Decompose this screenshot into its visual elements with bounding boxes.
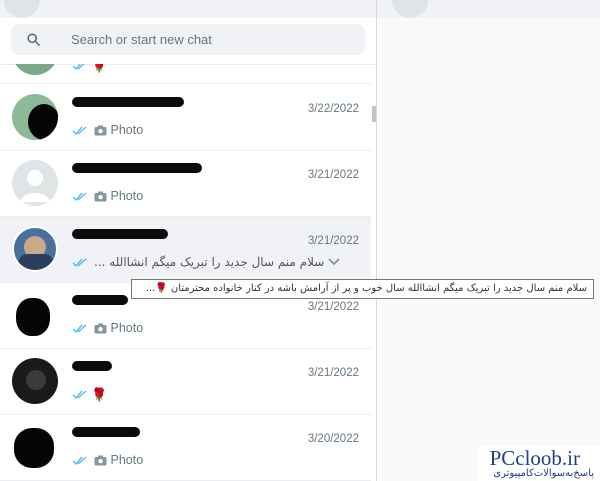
chat-list-scrollbar[interactable] bbox=[372, 106, 376, 122]
chat-list-item[interactable]: 3/22/2022 Photo bbox=[0, 85, 371, 151]
rose-emoji-icon: 🌹 bbox=[91, 387, 108, 402]
contact-avatar bbox=[12, 226, 58, 272]
contact-avatar[interactable] bbox=[392, 0, 428, 18]
camera-icon bbox=[94, 455, 107, 466]
chat-list-item[interactable]: 3/21/2022 Photo bbox=[0, 151, 371, 217]
search-icon bbox=[27, 33, 40, 46]
chat-preview: Photo bbox=[110, 189, 144, 203]
chat-last-message: Photo bbox=[72, 123, 359, 141]
chat-list-pane: Search or start new chat 🌹 3/22/2022 Pho… bbox=[0, 18, 377, 481]
contact-avatar bbox=[12, 358, 58, 404]
camera-icon bbox=[94, 191, 107, 202]
contact-name-redacted bbox=[72, 427, 140, 437]
search-input[interactable]: Search or start new chat bbox=[11, 24, 365, 55]
double-check-icon bbox=[72, 390, 87, 400]
watermark-tagline: پاسخ‌به‌سوالات‌کامپیوتری bbox=[493, 468, 594, 479]
chat-last-message: Photo bbox=[72, 189, 359, 207]
double-check-icon bbox=[72, 324, 87, 333]
contact-avatar bbox=[12, 424, 58, 470]
double-check-icon bbox=[72, 258, 87, 267]
chat-last-message: Photo bbox=[72, 321, 359, 339]
chat-list-item-hovered[interactable]: 3/21/2022 سلام منم سال جدید را تبریک میگ… bbox=[0, 217, 371, 283]
watermark: PCcloob.ir پاسخ‌به‌سوالات‌کامپیوتری bbox=[478, 446, 600, 481]
contact-name-redacted bbox=[72, 229, 168, 239]
default-avatar-icon bbox=[12, 160, 58, 206]
chat-preview: سلام منم سال جدید را تبریک میگم انشاالله… bbox=[94, 255, 325, 269]
double-check-icon bbox=[72, 456, 87, 465]
chat-last-message: سلام منم سال جدید را تبریک میگم انشاالله… bbox=[72, 255, 359, 273]
contact-avatar bbox=[12, 292, 58, 338]
contact-name-redacted bbox=[72, 295, 128, 305]
search-bar: Search or start new chat bbox=[0, 18, 376, 65]
double-check-icon bbox=[72, 192, 87, 201]
chat-date: 3/22/2022 bbox=[307, 103, 359, 115]
chat-list-item[interactable]: 3/20/2022 Photo bbox=[0, 415, 371, 481]
chat-preview: Photo bbox=[110, 123, 144, 137]
contact-name-redacted bbox=[72, 97, 184, 107]
chevron-down-icon[interactable] bbox=[327, 257, 341, 267]
camera-icon bbox=[94, 323, 107, 334]
double-check-icon bbox=[72, 126, 87, 135]
chat-preview: Photo bbox=[110, 321, 144, 335]
contact-name-redacted bbox=[72, 163, 202, 173]
contact-name-redacted bbox=[72, 361, 112, 371]
chat-last-message: 🌹 bbox=[72, 387, 359, 405]
chat-date: 3/21/2022 bbox=[307, 169, 359, 181]
chat-list-item[interactable]: 3/21/2022 🌹 bbox=[0, 349, 371, 415]
camera-icon bbox=[94, 125, 107, 136]
chat-date: 3/21/2022 bbox=[307, 301, 359, 313]
message-tooltip: سلام منم سال جدید را تبریک میگم انشاالله… bbox=[131, 279, 594, 299]
chat-date: 3/21/2022 bbox=[307, 367, 359, 379]
search-placeholder: Search or start new chat bbox=[71, 32, 212, 47]
conversation-pane-empty bbox=[378, 18, 600, 481]
pane-divider bbox=[376, 0, 377, 18]
chat-date: 3/21/2022 bbox=[307, 235, 359, 247]
contact-avatar bbox=[12, 94, 58, 140]
chat-last-message: Photo bbox=[72, 453, 359, 471]
my-avatar[interactable] bbox=[4, 0, 40, 18]
chat-date: 3/20/2022 bbox=[307, 433, 359, 445]
chat-preview: Photo bbox=[110, 453, 144, 467]
top-header-bar bbox=[0, 0, 600, 18]
